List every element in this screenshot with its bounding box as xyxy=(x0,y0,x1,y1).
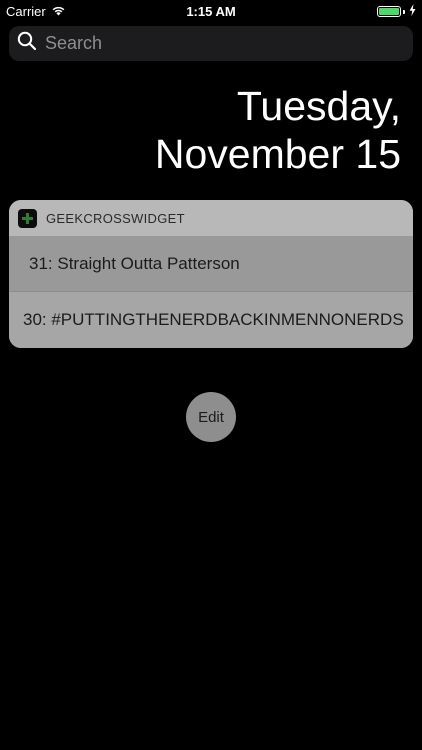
geekcross-app-icon xyxy=(18,208,37,228)
date-month-day: November 15 xyxy=(154,131,401,177)
date-weekday: Tuesday, xyxy=(236,83,401,129)
battery-cap xyxy=(403,9,405,14)
search-icon xyxy=(17,31,37,56)
status-time: 1:15 AM xyxy=(186,4,236,19)
widget-app-name: GEEKCROSSWIDGET xyxy=(46,210,185,226)
list-item-label: 30: #PUTTINGTHENERDBACKINMENNONERDS xyxy=(23,310,404,329)
battery-fill xyxy=(379,8,399,15)
edit-button[interactable]: Edit xyxy=(186,392,236,442)
date-display: Tuesday, November 15 xyxy=(155,82,401,178)
search-input[interactable] xyxy=(45,28,385,59)
geekcross-widget: GEEKCROSSWIDGET 31: Straight Outta Patte… xyxy=(9,200,413,348)
status-right xyxy=(377,4,416,19)
list-item-label: 31: Straight Outta Patterson xyxy=(29,253,240,273)
list-item[interactable]: 30: #PUTTINGTHENERDBACKINMENNONERDS xyxy=(9,292,413,348)
list-item[interactable]: 31: Straight Outta Patterson xyxy=(9,236,413,292)
widget-header[interactable]: GEEKCROSSWIDGET xyxy=(9,200,413,236)
battery-icon xyxy=(377,6,401,17)
charging-bolt-icon xyxy=(409,4,416,19)
status-bar: Carrier 1:15 AM xyxy=(0,0,422,22)
search-bar[interactable] xyxy=(9,26,413,61)
